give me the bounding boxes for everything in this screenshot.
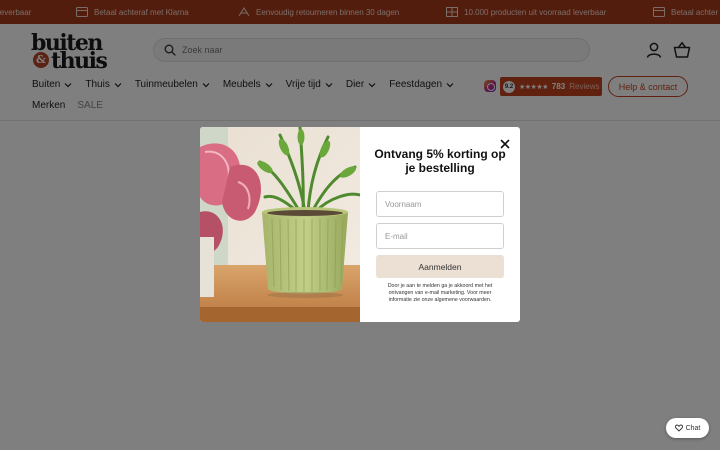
email-input[interactable]: [377, 224, 503, 248]
plant-photo: [200, 127, 360, 322]
chat-label: Chat: [685, 424, 701, 432]
popup-title: Ontvang 5% korting op je bestelling: [374, 147, 506, 175]
popup-disclaimer: Door je aan te melden ga je akkoord met …: [387, 283, 493, 303]
newsletter-popup: Ontvang 5% korting op je bestelling Aanm…: [200, 127, 520, 322]
chat-button[interactable]: Chat: [666, 418, 709, 438]
firstname-input[interactable]: [377, 192, 503, 216]
email-field[interactable]: [376, 223, 504, 249]
plant-pot-illustration: [200, 127, 360, 322]
firstname-field[interactable]: [376, 191, 504, 217]
popup-form-panel: Ontvang 5% korting op je bestelling Aanm…: [360, 127, 520, 322]
heart-icon: [674, 424, 683, 432]
subscribe-button[interactable]: Aanmelden: [376, 255, 504, 278]
